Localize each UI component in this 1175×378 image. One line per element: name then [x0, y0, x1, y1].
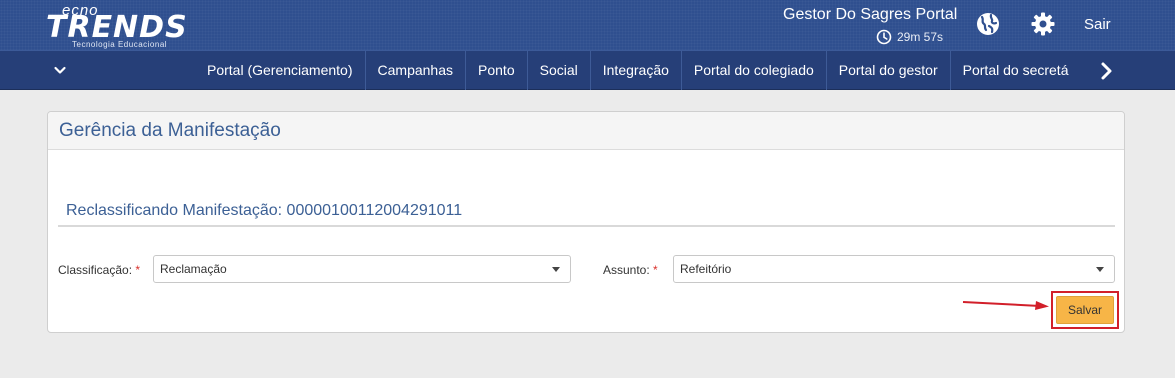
nav-item-integracao[interactable]: Integração [591, 51, 682, 90]
main-navbar: Portal (Gerenciamento) Campanhas Ponto S… [0, 50, 1175, 90]
logo-subtitle: Tecnologia Educacional [72, 40, 168, 49]
assunto-label: Assunto: * [603, 263, 658, 277]
dropdown-caret-icon [552, 267, 560, 272]
divider [58, 225, 1115, 227]
chevron-down-icon[interactable] [52, 62, 68, 78]
nav-item-portal-colegiado[interactable]: Portal do colegiado [682, 51, 827, 90]
top-header: ecno TRENDS Tecnologia Educacional Gesto… [0, 0, 1175, 50]
required-mark: * [135, 263, 141, 277]
logo[interactable]: ecno TRENDS Tecnologia Educacional [46, 2, 206, 49]
nav-item-portal-gestor[interactable]: Portal do gestor [827, 51, 951, 90]
classificacao-value: Reclamação [160, 262, 227, 276]
dropdown-caret-icon [1096, 267, 1104, 272]
clock-icon [876, 29, 892, 45]
gear-icon[interactable] [1030, 11, 1056, 37]
logout-link[interactable]: Sair [1084, 16, 1111, 33]
nav-item-portal-secretario[interactable]: Portal do secretá [951, 51, 1081, 90]
required-mark: * [653, 263, 658, 277]
classificacao-label-text: Classificação: [58, 263, 133, 277]
panel-title: Gerência da Manifestação [59, 120, 281, 141]
assunto-value: Refeitório [680, 262, 732, 276]
chevron-right-icon[interactable] [1098, 61, 1114, 81]
assunto-select[interactable]: Refeitório [673, 255, 1115, 283]
globe-icon[interactable] [975, 11, 1001, 37]
nav-item-ponto[interactable]: Ponto [466, 51, 528, 90]
annotation-arrow [962, 301, 1049, 310]
assunto-label-text: Assunto: [603, 263, 650, 277]
nav-item-portal-gerenciamento[interactable]: Portal (Gerenciamento) [195, 51, 366, 90]
save-button[interactable]: Salvar [1056, 296, 1114, 324]
reclassification-heading: Reclassificando Manifestação: 0000010011… [66, 202, 463, 219]
portal-title: Gestor Do Sagres Portal [783, 6, 958, 23]
nav-item-social[interactable]: Social [528, 51, 591, 90]
session-timer: 29m 57s [876, 29, 943, 45]
nav-menu: Portal (Gerenciamento) Campanhas Ponto S… [195, 51, 1095, 90]
manifestacao-panel: Gerência da Manifestação Reclassificando… [47, 111, 1125, 333]
nav-item-campanhas[interactable]: Campanhas [366, 51, 467, 90]
classificacao-label: Classificação: * [58, 263, 140, 277]
classificacao-select[interactable]: Reclamação [153, 255, 571, 283]
timer-text: 29m 57s [897, 30, 944, 44]
